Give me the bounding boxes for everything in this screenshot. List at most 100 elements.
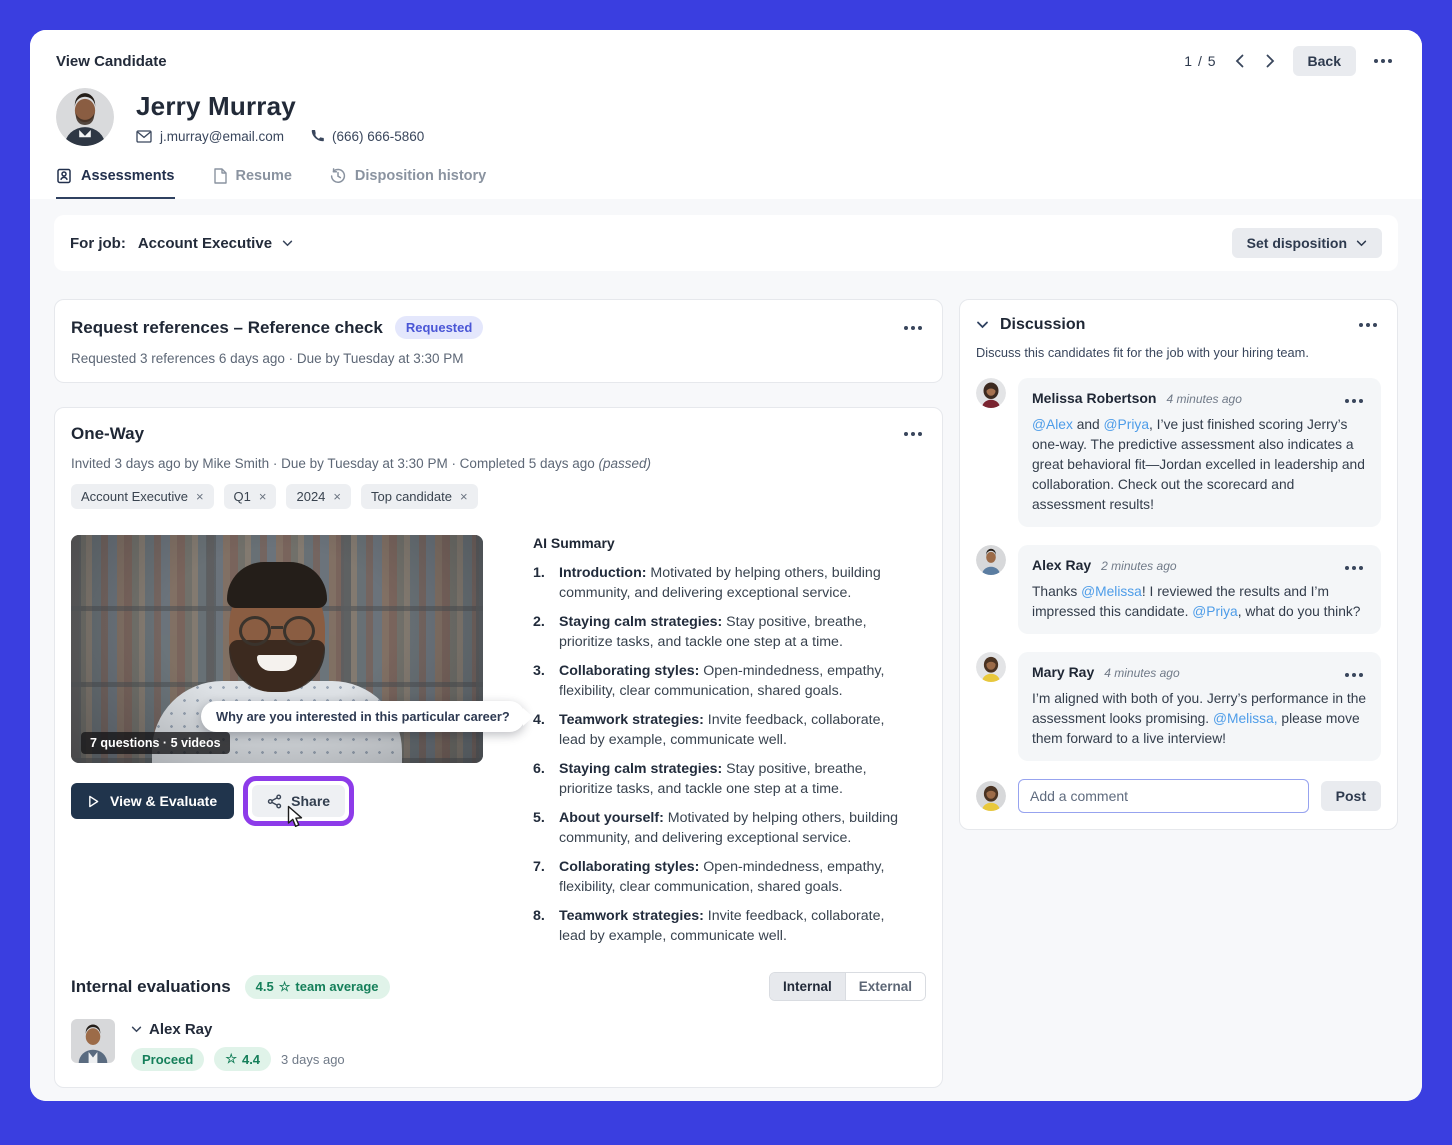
history-icon	[330, 168, 346, 184]
one-way-card: One-Way Invited 3 days ago by Mike Smith…	[54, 407, 943, 1088]
remove-tag-icon[interactable]: ×	[333, 490, 341, 503]
comment: Mary Ray 4 minutes ago I’m aligned with …	[976, 652, 1381, 761]
set-disposition-button[interactable]: Set disposition	[1232, 228, 1382, 258]
share-button-highlight: Share	[243, 776, 354, 826]
ai-summary-item: 5. About yourself: Motivated by helping …	[533, 808, 914, 848]
comment-more-icon[interactable]	[1341, 395, 1367, 407]
chevron-down-icon	[1356, 240, 1367, 247]
commenter-avatar	[976, 378, 1006, 408]
reference-more-icon[interactable]	[900, 322, 926, 334]
next-candidate-button[interactable]	[1262, 50, 1279, 72]
mention-link[interactable]: @Alex	[1032, 417, 1073, 432]
tab-label: Assessments	[81, 168, 175, 184]
candidate-name: Jerry Murray	[136, 91, 424, 122]
add-comment-input[interactable]	[1018, 779, 1309, 813]
content-area: For job: Account Executive Set dispositi…	[30, 199, 1422, 1101]
ai-summary-item: 1. Introduction: Motivated by helping ot…	[533, 563, 914, 603]
comment-body: I’m aligned with both of you. Jerry’s pe…	[1032, 689, 1367, 749]
phone-icon	[310, 129, 324, 143]
discussion-title: Discussion	[1000, 316, 1085, 334]
chevron-right-icon	[1266, 54, 1275, 68]
star-icon: ☆	[225, 1051, 237, 1067]
passed-label: (passed)	[599, 456, 652, 471]
one-way-meta: Invited 3 days ago by Mike Smith · Due b…	[71, 456, 926, 471]
star-icon: ☆	[279, 979, 291, 995]
email-icon	[136, 130, 152, 143]
mouse-cursor	[284, 805, 305, 829]
candidate-email[interactable]: j.murray@email.com	[160, 129, 284, 144]
one-way-more-icon[interactable]	[900, 428, 926, 440]
mention-link[interactable]: @Priya	[1192, 604, 1237, 619]
ai-summary-item: 6. Staying calm strategies: Stay positiv…	[533, 759, 914, 799]
team-average-badge: 4.5 ☆ team average	[245, 975, 390, 999]
comment-time: 2 minutes ago	[1101, 559, 1176, 573]
evaluation-row: Alex Ray Proceed ☆ 4.4 3 days ago	[71, 1019, 926, 1071]
tab-label: Resume	[236, 168, 292, 184]
ai-summary-title: AI Summary	[533, 535, 914, 551]
ai-summary-item: 4. Teamwork strategies: Invite feedback,…	[533, 710, 914, 750]
tab-disposition-history[interactable]: Disposition history	[330, 168, 486, 199]
reviewer-name: Alex Ray	[149, 1021, 212, 1038]
comment-body: Thanks @Melissa! I reviewed the results …	[1032, 582, 1367, 622]
prev-candidate-button[interactable]	[1231, 50, 1248, 72]
reference-card-title: Request references – Reference check	[71, 318, 383, 338]
chevron-down-icon	[282, 240, 293, 247]
share-icon	[267, 794, 282, 809]
comment-more-icon[interactable]	[1341, 562, 1367, 574]
commenter-avatar	[976, 652, 1006, 682]
ai-summary: AI Summary 1. Introduction: Motivated by…	[533, 535, 926, 946]
job-selector[interactable]: Account Executive	[138, 235, 293, 252]
post-comment-button[interactable]: Post	[1321, 781, 1381, 811]
video-thumbnail[interactable]: 7 questions · 5 videos Why are you inter…	[71, 535, 483, 763]
job-bar: For job: Account Executive Set dispositi…	[54, 215, 1398, 271]
view-evaluate-button[interactable]: View & Evaluate	[71, 783, 234, 819]
header-more-icon[interactable]	[1370, 55, 1396, 67]
tag: Q1×	[224, 484, 277, 509]
comment-more-icon[interactable]	[1341, 669, 1367, 681]
back-button[interactable]: Back	[1293, 46, 1356, 76]
remove-tag-icon[interactable]: ×	[196, 490, 204, 503]
toggle-internal[interactable]: Internal	[770, 973, 845, 1000]
comment-body: @Alex and @Priya, I’ve just finished sco…	[1032, 415, 1367, 515]
candidate-avatar	[56, 88, 114, 146]
reference-check-card: Request references – Reference check Req…	[54, 299, 943, 383]
discussion-more-icon[interactable]	[1355, 319, 1381, 331]
tag: 2024×	[286, 484, 351, 509]
comment-time: 4 minutes ago	[1104, 666, 1179, 680]
current-user-avatar	[976, 781, 1006, 811]
mention-link[interactable]: @Melissa	[1081, 584, 1142, 599]
comment: Alex Ray 2 minutes ago Thanks @Melissa! …	[976, 545, 1381, 634]
candidate-view-window: View Candidate 1 / 5 Back	[30, 30, 1422, 1101]
ai-summary-item: 8. Teamwork strategies: Invite feedback,…	[533, 906, 914, 946]
candidate-phone[interactable]: (666) 666-5860	[332, 129, 424, 144]
tag: Account Executive×	[71, 484, 214, 509]
collapse-discussion-icon[interactable]	[976, 321, 989, 329]
one-way-title: One-Way	[71, 424, 144, 444]
toggle-external[interactable]: External	[845, 973, 925, 1000]
status-badge: Requested	[395, 316, 483, 339]
discussion-panel: Discussion Discuss this candidates fit f…	[959, 299, 1398, 830]
question-tooltip: Why are you interested in this particula…	[201, 701, 525, 732]
remove-tag-icon[interactable]: ×	[460, 490, 468, 503]
decision-badge: Proceed	[131, 1048, 204, 1071]
score-badge: ☆ 4.4	[214, 1047, 271, 1071]
internal-evaluations-title: Internal evaluations	[71, 977, 231, 997]
ai-summary-item: 3. Collaborating styles: Open-mindedness…	[533, 661, 914, 701]
page-header: View Candidate 1 / 5 Back	[30, 30, 1422, 199]
video-count-badge: 7 questions · 5 videos	[81, 732, 230, 754]
remove-tag-icon[interactable]: ×	[259, 490, 267, 503]
for-job-label: For job:	[70, 235, 126, 252]
tab-resume[interactable]: Resume	[213, 168, 292, 199]
mention-link[interactable]: @Melissa,	[1213, 711, 1278, 726]
tab-label: Disposition history	[355, 168, 486, 184]
job-name: Account Executive	[138, 235, 272, 252]
mention-link[interactable]: @Priya	[1104, 417, 1149, 432]
pagination-counter: 1 / 5	[1184, 53, 1216, 69]
commenter-avatar	[976, 545, 1006, 575]
tag: Top candidate×	[361, 484, 478, 509]
chevron-down-icon[interactable]	[131, 1026, 142, 1033]
tab-assessments[interactable]: Assessments	[56, 168, 175, 199]
play-icon	[88, 795, 99, 808]
commenter-name: Alex Ray	[1032, 557, 1091, 573]
reference-meta: Requested 3 references 6 days ago · Due …	[71, 351, 926, 366]
